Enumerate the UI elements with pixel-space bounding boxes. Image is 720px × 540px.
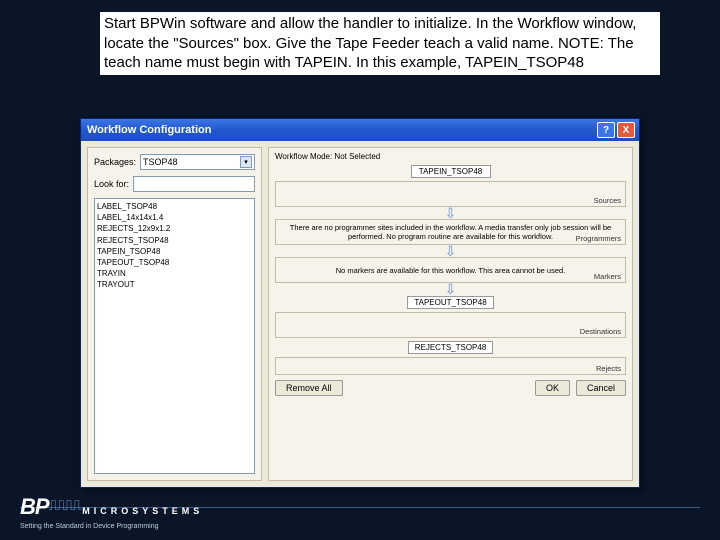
programmers-message: There are no programmer sites included i… — [280, 223, 621, 241]
ok-button[interactable]: OK — [535, 380, 570, 396]
list-item[interactable]: TAPEIN_TSOP48 — [97, 246, 252, 257]
list-item[interactable]: REJECTS_TSOP48 — [97, 235, 252, 246]
footer: BP⎍⎍⎍⎍ MICROSYSTEMS Setting the Standard… — [20, 494, 203, 530]
close-button[interactable]: X — [617, 122, 635, 138]
packages-value: TSOP48 — [143, 157, 178, 167]
cancel-button[interactable]: Cancel — [576, 380, 626, 396]
rejects-section[interactable]: Rejects — [275, 357, 626, 375]
arrow-down-icon: ⇩ — [275, 284, 626, 294]
remove-all-button[interactable]: Remove All — [275, 380, 343, 396]
arrow-down-icon: ⇩ — [275, 208, 626, 218]
tagline: Setting the Standard in Device Programmi… — [20, 523, 159, 530]
list-item[interactable]: LABEL_TSOP48 — [97, 201, 252, 212]
packages-combo[interactable]: TSOP48 ▾ — [140, 154, 255, 170]
help-button[interactable]: ? — [597, 122, 615, 138]
left-panel: Packages: TSOP48 ▾ Look for: LABEL_TSOP4… — [87, 147, 262, 481]
list-item[interactable]: TAPEOUT_TSOP48 — [97, 257, 252, 268]
destination-tag[interactable]: TAPEOUT_TSOP48 — [407, 296, 493, 309]
programmers-section[interactable]: There are no programmer sites included i… — [275, 219, 626, 245]
list-item[interactable]: TRAYIN — [97, 268, 252, 279]
right-panel: Workflow Mode: Not Selected TAPEIN_TSOP4… — [268, 147, 633, 481]
list-item[interactable]: LABEL_14x14x1.4 — [97, 212, 252, 223]
microsystems-text: MICROSYSTEMS — [82, 506, 203, 516]
wave-icon: ⎍⎍⎍⎍ — [49, 497, 80, 514]
markers-message: No markers are available for this workfl… — [336, 266, 566, 275]
rejects-label: Rejects — [596, 364, 621, 373]
markers-section[interactable]: No markers are available for this workfl… — [275, 257, 626, 283]
workflow-config-window: Workflow Configuration ? X Packages: TSO… — [80, 118, 640, 488]
instruction-text: Start BPWin software and allow the handl… — [100, 12, 660, 75]
list-item[interactable]: TRAYOUT — [97, 279, 252, 290]
sources-label: Sources — [593, 196, 621, 205]
reject-tag[interactable]: REJECTS_TSOP48 — [408, 341, 494, 354]
titlebar[interactable]: Workflow Configuration ? X — [81, 119, 639, 141]
source-tag[interactable]: TAPEIN_TSOP48 — [411, 165, 491, 178]
window-title: Workflow Configuration — [85, 124, 597, 136]
list-item[interactable]: REJECTS_12x9x1.2 — [97, 223, 252, 234]
sources-section[interactable]: Sources — [275, 181, 626, 207]
lookfor-label: Look for: — [94, 179, 129, 189]
programmers-label: Programmers — [576, 234, 621, 243]
bp-logo: BP — [20, 494, 49, 519]
workflow-mode-label: Workflow Mode: Not Selected — [275, 152, 626, 161]
chevron-down-icon[interactable]: ▾ — [240, 156, 252, 168]
teach-listbox[interactable]: LABEL_TSOP48 LABEL_14x14x1.4 REJECTS_12x… — [94, 198, 255, 474]
lookfor-input[interactable] — [133, 176, 255, 192]
destinations-label: Destinations — [580, 327, 621, 336]
destinations-section[interactable]: Destinations — [275, 312, 626, 338]
packages-label: Packages: — [94, 157, 136, 167]
arrow-down-icon: ⇩ — [275, 246, 626, 256]
markers-label: Markers — [594, 272, 621, 281]
